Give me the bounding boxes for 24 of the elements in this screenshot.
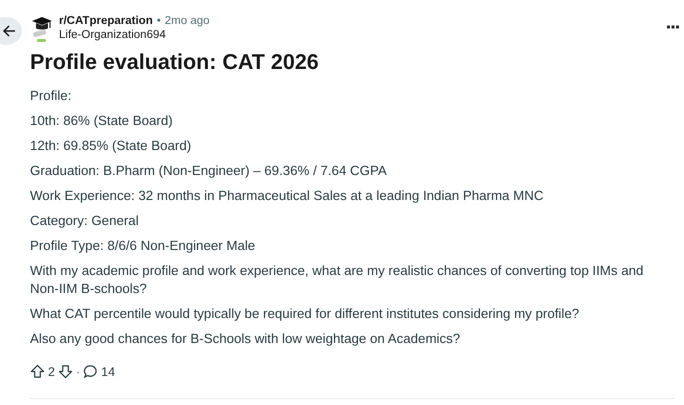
author-link[interactable]: Life-Organization694 — [59, 28, 210, 42]
body-paragraph: Profile Type: 8/6/6 Non-Engineer Male — [30, 237, 256, 255]
separator-dot: · — [76, 364, 80, 378]
upvote-icon[interactable] — [30, 364, 45, 379]
body-paragraph: 12th: 69.85% (State Board) — [30, 137, 192, 155]
body-paragraph: What CAT percentile would typically be required for different institutes considering my profile? — [30, 305, 580, 323]
body-paragraph: Graduation: B.Pharm (Non-Engineer) – 69.36% / 7.64 CGPA — [30, 162, 388, 180]
graduation-cap-avatar-icon[interactable] — [30, 14, 54, 44]
body-paragraph: Work Experience: 32 months in Pharmaceutical Sales at a leading Indian Pharma MNC — [30, 187, 544, 205]
back-arrow-icon — [2, 24, 16, 38]
more-options-icon[interactable] — [667, 25, 679, 29]
body-paragraph: With my academic profile and work experience, what are my realistic chances of converting top IIMs and Non-IIM B-schools? — [30, 262, 644, 298]
subreddit-link[interactable]: r/CATpreparation — [59, 14, 153, 28]
body-paragraph: Profile: — [30, 87, 72, 105]
post-time: 2mo ago — [164, 14, 210, 28]
post-title: Profile evaluation: CAT 2026 — [30, 49, 320, 75]
body-paragraph: Category: General — [30, 212, 140, 230]
separator-dot: • — [156, 14, 161, 28]
body-paragraph: Also any good chances for B-Schools with low weightage on Academics? — [30, 330, 462, 348]
downvote-icon[interactable] — [58, 364, 73, 379]
comment-count: 14 — [101, 364, 116, 378]
vote-count: 2 — [48, 364, 55, 378]
body-paragraph: 10th: 86% (State Board) — [30, 112, 174, 130]
comment-icon[interactable] — [83, 364, 98, 379]
